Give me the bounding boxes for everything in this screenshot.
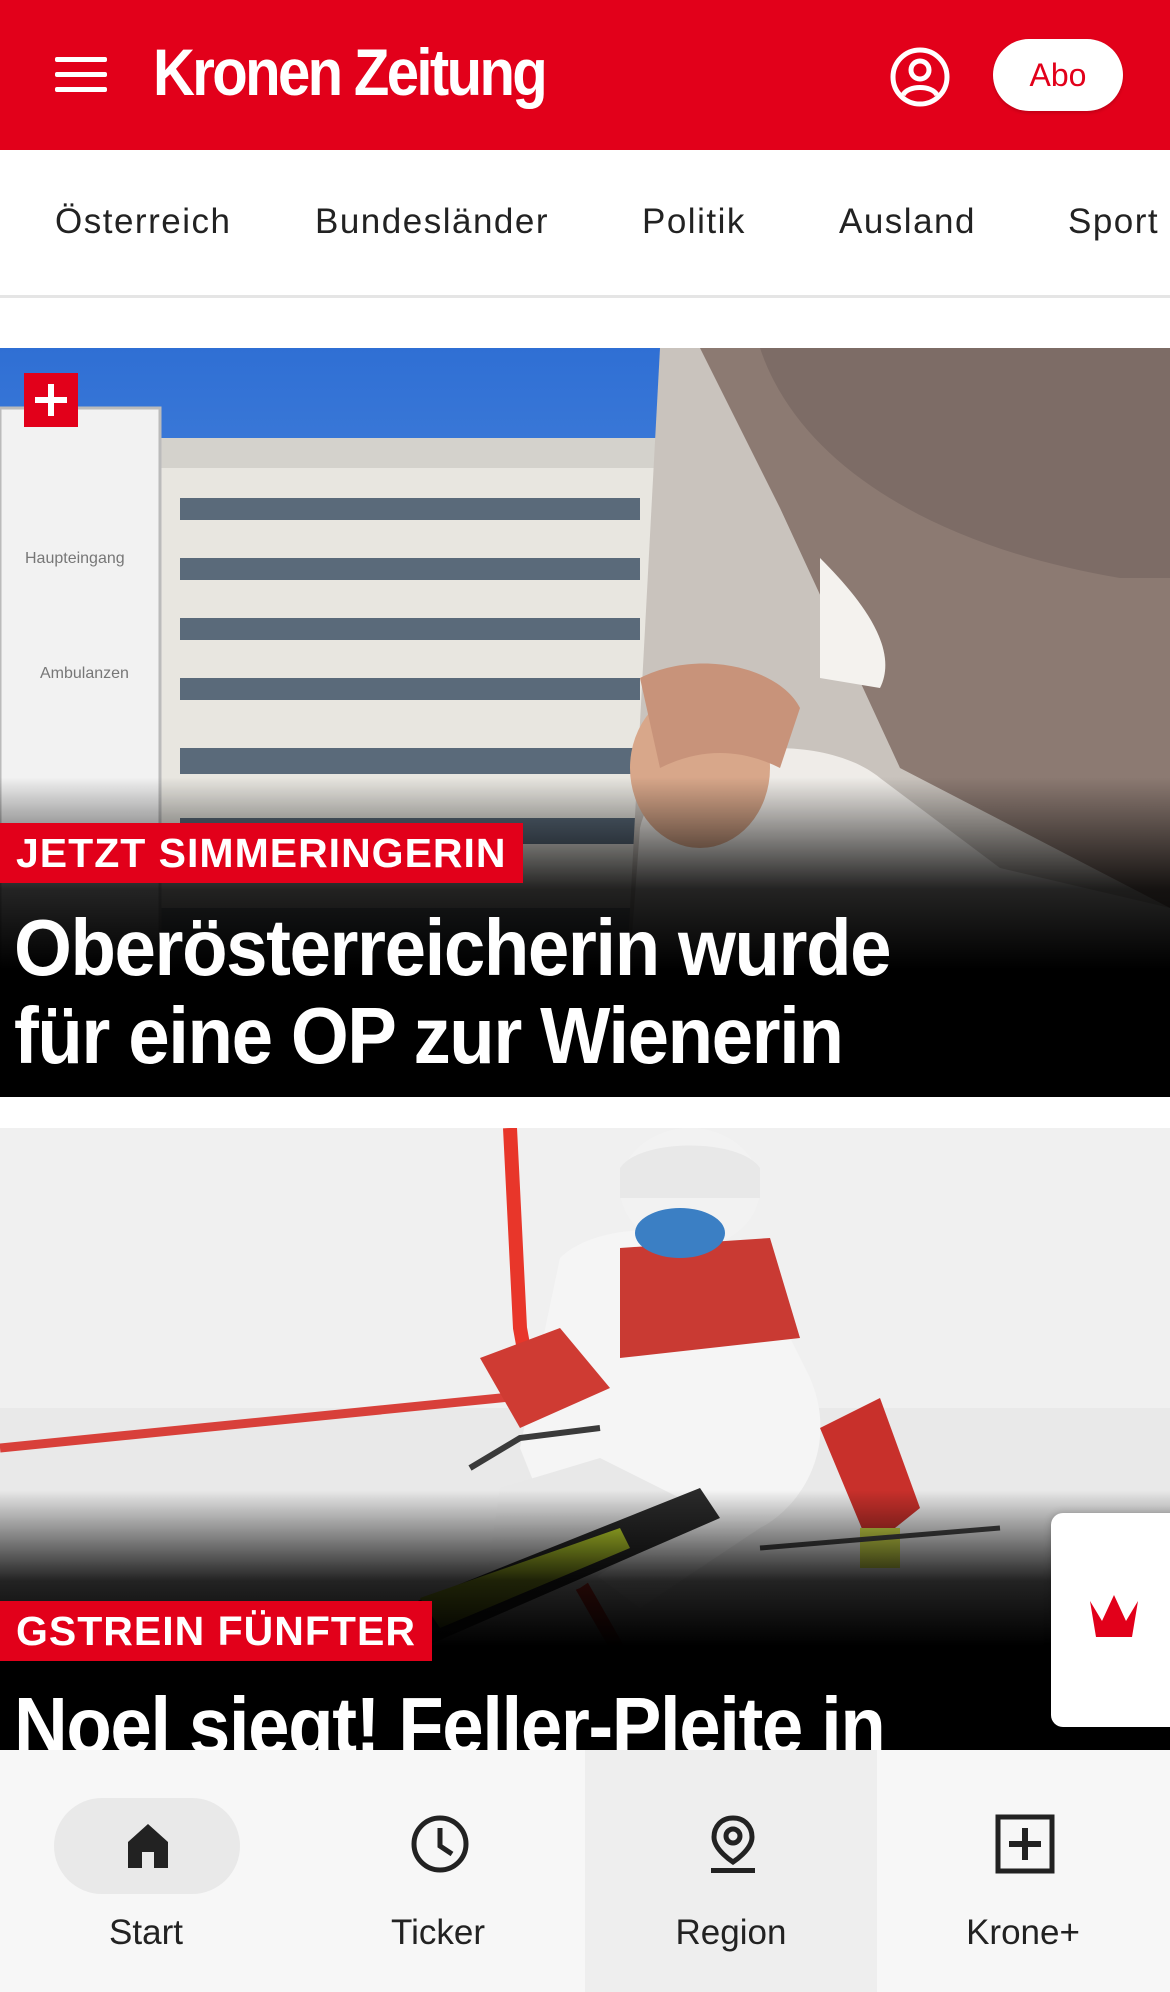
nav-label-krone-plus: Krone+ <box>966 1913 1080 1952</box>
category-nav: Österreich Bundesländer Politik Ausland … <box>0 150 1170 298</box>
nav-ticker[interactable]: Ticker <box>292 1750 584 1992</box>
article-headline[interactable]: Oberösterreicherin wurde für eine OP zur… <box>14 904 944 1080</box>
crown-icon <box>1090 1595 1138 1637</box>
user-account-icon[interactable] <box>888 45 952 109</box>
home-icon <box>128 1824 168 1868</box>
clock-icon <box>411 1815 469 1873</box>
nav-label-start: Start <box>109 1913 183 1952</box>
category-oesterreich[interactable]: Österreich <box>55 202 231 242</box>
category-bundeslaender[interactable]: Bundesländer <box>315 202 549 242</box>
nav-krone-plus[interactable]: Krone+ <box>877 1750 1169 1992</box>
article-kicker: JETZT SIMMERINGERIN <box>0 823 523 883</box>
nav-label-ticker: Ticker <box>391 1913 485 1952</box>
category-ausland[interactable]: Ausland <box>839 202 976 242</box>
krone-plus-floating-tab[interactable] <box>1051 1513 1170 1727</box>
category-politik[interactable]: Politik <box>642 202 746 242</box>
site-logo[interactable]: Kronen Zeitung <box>153 34 548 110</box>
nav-region[interactable]: Region <box>585 1750 877 1992</box>
abo-button[interactable]: Abo <box>993 39 1123 111</box>
article-headline[interactable]: Noel siegt! Feller-Pleite in <box>14 1682 944 1751</box>
plus-box-icon <box>995 1814 1055 1874</box>
svg-text:Haupteingang: Haupteingang <box>25 550 125 567</box>
article-kicker: GSTREIN FÜNFTER <box>0 1601 432 1661</box>
nav-label-region: Region <box>675 1913 787 1952</box>
category-sport[interactable]: Sport <box>1068 202 1159 242</box>
location-pin-icon <box>711 1815 755 1873</box>
top-app-bar: Kronen Zeitung Abo <box>0 0 1170 150</box>
svg-text:Ambulanzen: Ambulanzen <box>40 665 129 682</box>
nav-start[interactable]: Start <box>0 1750 292 1992</box>
bottom-navigation: Start Ticker Region Krone+ <box>0 1750 1170 1992</box>
hamburger-menu-icon[interactable] <box>50 47 116 103</box>
plus-icon <box>24 373 78 427</box>
article-card-2[interactable]: GSTREIN FÜNFTER Noel siegt! Feller-Pleit… <box>0 1128 1170 1750</box>
article-card-1[interactable]: Haupteingang Ambulanzen JETZT SIMMERINGE… <box>0 348 1170 1097</box>
